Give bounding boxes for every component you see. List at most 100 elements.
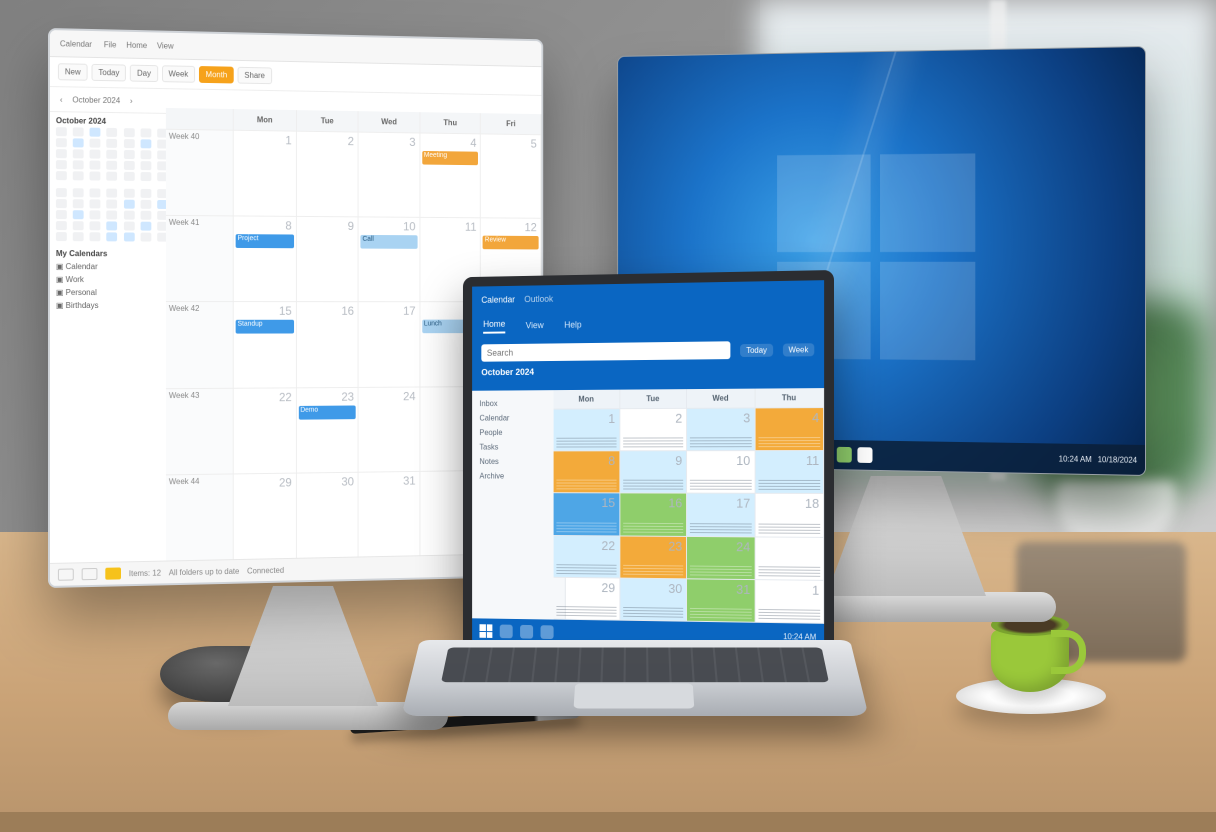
laptop-trackpad[interactable] — [574, 683, 695, 708]
ribbon-button[interactable]: Month — [199, 66, 234, 83]
column-header: Mon — [554, 390, 620, 410]
calendar-cell[interactable]: 1 — [234, 131, 297, 217]
calendar-list-item[interactable]: ▣ Personal — [56, 286, 172, 299]
calendar-cell[interactable]: 5 — [481, 134, 541, 219]
taskbar-icon[interactable] — [541, 625, 554, 639]
row-label: Week 42 — [166, 302, 234, 388]
system-tray[interactable]: 10:24 AM 10/18/2024 — [1059, 454, 1137, 464]
mini-month-label: October 2024 — [56, 116, 172, 127]
calendar-cell[interactable]: 10 — [687, 451, 755, 494]
laptop-base — [401, 640, 868, 716]
calendar-cell[interactable]: 16 — [620, 494, 687, 537]
ribbon-button[interactable]: Today — [92, 64, 127, 82]
taskbar-icon[interactable] — [520, 625, 533, 639]
ribbon-button[interactable]: Week — [162, 65, 195, 82]
calendar-list-item[interactable]: ▣ Work — [56, 273, 172, 286]
calendar-cell[interactable]: 9 — [297, 217, 359, 302]
calendar-cell[interactable]: 2 — [620, 409, 687, 452]
laptop-screen[interactable]: Calendar Outlook Home View Help Today Week… — [463, 270, 834, 660]
calendar-event[interactable]: Meeting — [422, 151, 478, 165]
row-label: Week 41 — [166, 216, 234, 302]
nav-next[interactable]: › — [130, 96, 133, 105]
calendar-event[interactable]: Standup — [236, 320, 294, 334]
sidebar-item[interactable]: Tasks — [478, 440, 560, 455]
menu-item[interactable]: Home — [126, 40, 147, 49]
taskbar-icon[interactable] — [500, 625, 513, 639]
ribbon-button[interactable]: New — [58, 63, 88, 81]
calendar-cell[interactable]: 23Demo — [297, 388, 359, 474]
calendar-cell[interactable]: 11 — [755, 451, 824, 494]
calendar-cell[interactable]: 22 — [234, 388, 297, 474]
today-button[interactable]: Today — [740, 343, 772, 356]
calendar-cell[interactable]: 25 — [755, 537, 824, 581]
calendar-cell[interactable]: 3 — [687, 408, 755, 451]
tab[interactable]: Help — [564, 320, 581, 330]
calendar-event[interactable]: Review — [483, 236, 539, 250]
calendar-cell[interactable]: 16 — [297, 303, 359, 388]
calendar-cell[interactable]: 17 — [359, 303, 421, 388]
ribbon-button[interactable]: Share — [238, 67, 272, 84]
calendar-cell[interactable]: 24 — [687, 537, 755, 580]
taskbar-app-icon[interactable] — [857, 447, 872, 463]
menu-item[interactable]: View — [157, 41, 174, 50]
calendar-cell[interactable]: 17 — [687, 494, 755, 537]
coffee-cup — [991, 614, 1086, 692]
tray-date: 10/18/2024 — [1098, 455, 1137, 465]
calendar-cell[interactable]: 4Meeting — [420, 133, 481, 218]
laptop-app-name: Calendar — [481, 295, 515, 305]
calendar-cell[interactable]: 9 — [620, 451, 687, 494]
tray-time: 10:24 AM — [1059, 454, 1092, 464]
column-header: Thu — [420, 112, 481, 134]
sidebar-item[interactable]: Notes — [478, 454, 560, 469]
calendar-cell[interactable]: 3 — [359, 133, 421, 218]
mini-calendar-2[interactable] — [56, 188, 172, 242]
calendar-list-item[interactable]: ▣ Calendar — [56, 260, 172, 273]
laptop-sidebar: InboxCalendarPeopleTasksNotesArchive — [472, 390, 566, 620]
column-header: Wed — [359, 111, 421, 133]
laptop-search-input[interactable] — [481, 341, 730, 361]
calendar-cell[interactable]: 23 — [620, 536, 687, 579]
calendar-cell[interactable]: 30 — [297, 473, 359, 559]
calendar-list-item[interactable]: ▣ Birthdays — [56, 299, 172, 312]
tab[interactable]: Home — [483, 318, 505, 333]
calendar-cell[interactable]: 1 — [755, 580, 824, 624]
sidebar-item[interactable]: Calendar — [478, 411, 560, 426]
calendar-cell[interactable]: 1 — [554, 409, 620, 451]
laptop-start-button[interactable] — [479, 624, 492, 638]
calendar-cell[interactable]: 22 — [554, 536, 620, 579]
laptop-calendar-grid[interactable]: MonTueWedThu1234891011151617182223242529… — [554, 388, 825, 624]
calendar-cell[interactable]: 4 — [755, 408, 824, 451]
sidebar-item[interactable]: People — [478, 425, 560, 440]
calendar-event[interactable]: Demo — [298, 405, 355, 419]
status-text: Connected — [247, 565, 284, 575]
calendar-cell[interactable]: 31 — [359, 472, 421, 558]
calendar-cell[interactable]: 18 — [755, 494, 824, 537]
ribbon-button[interactable]: Day — [130, 65, 158, 82]
calendar-cell[interactable]: 8Project — [234, 217, 297, 303]
calendar-cell[interactable]: 29 — [234, 473, 297, 560]
calendar-event[interactable]: Call — [361, 235, 418, 249]
period-label: October 2024 — [72, 95, 120, 105]
calendar-cell[interactable]: 30 — [620, 578, 687, 621]
calendar-cell[interactable]: 24 — [359, 387, 421, 472]
calendar-cell[interactable]: 15Standup — [234, 302, 297, 388]
range-button[interactable]: Week — [783, 343, 815, 356]
calendar-cell[interactable]: 31 — [687, 579, 755, 623]
calendar-cell[interactable]: 2 — [297, 132, 359, 218]
column-header: Thu — [755, 388, 824, 408]
calendar-cell[interactable]: 29 — [554, 578, 620, 621]
nav-prev[interactable]: ‹ — [60, 95, 63, 104]
calendar-cell[interactable]: 10Call — [359, 218, 421, 303]
app-name: Calendar — [60, 39, 92, 49]
laptop-subtitle: Outlook — [524, 294, 553, 304]
mini-calendar[interactable] — [56, 127, 172, 181]
calendar-cell[interactable]: 15 — [554, 494, 620, 536]
menu-item[interactable]: File — [104, 40, 117, 49]
sidebar-item[interactable]: Inbox — [478, 396, 560, 411]
row-label: Week 44 — [166, 474, 234, 561]
tab[interactable]: View — [526, 320, 544, 330]
calendar-cell[interactable]: 8 — [554, 451, 620, 493]
calendar-event[interactable]: Project — [236, 234, 294, 248]
sidebar-item[interactable]: Archive — [478, 469, 560, 484]
laptop-keyboard[interactable] — [441, 647, 829, 682]
